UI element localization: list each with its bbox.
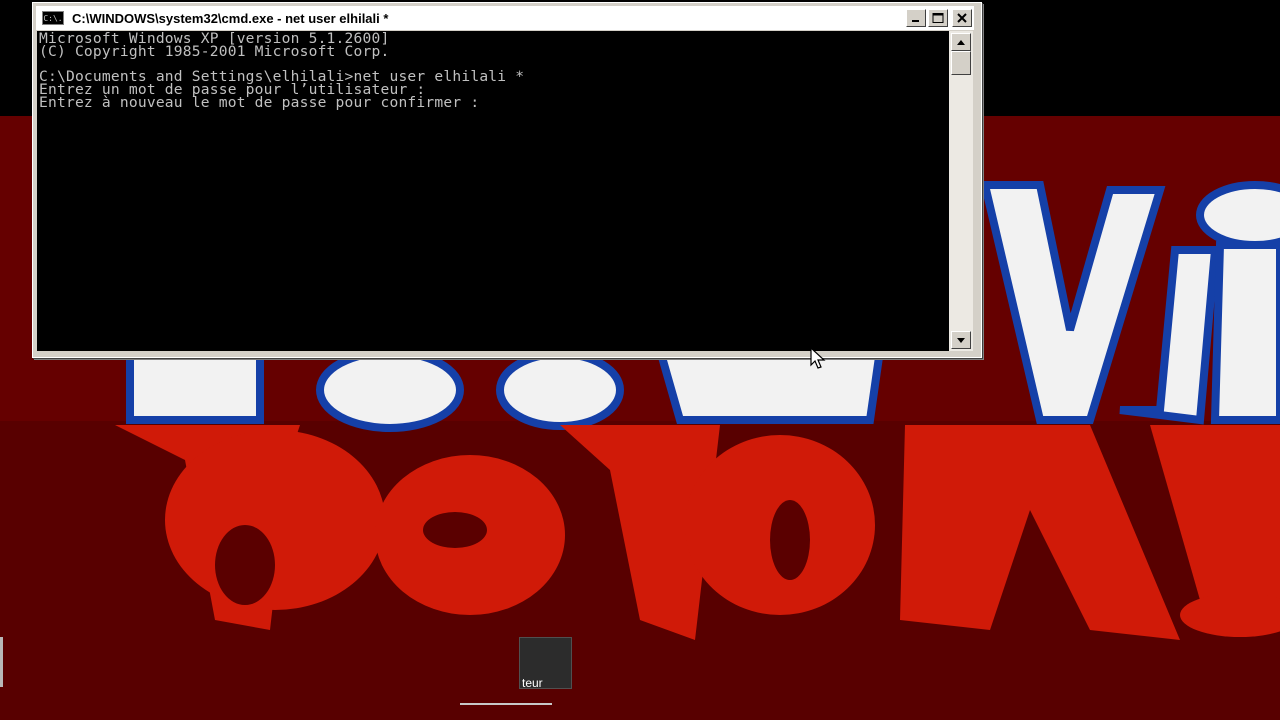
- scroll-down-button[interactable]: [951, 331, 971, 349]
- cmd-icon[interactable]: C:\.: [42, 11, 64, 25]
- maximize-button[interactable]: [928, 9, 948, 27]
- vertical-scrollbar[interactable]: [949, 31, 973, 351]
- taskbar-edge: [0, 637, 3, 687]
- minimize-button[interactable]: [906, 9, 926, 27]
- console-line: (C) Copyright 1985-2001 Microsoft Corp.: [39, 42, 390, 60]
- maximize-icon: [932, 13, 944, 23]
- minimize-icon: [912, 20, 919, 22]
- window-titlebar[interactable]: C:\. C:\WINDOWS\system32\cmd.exe - net u…: [36, 6, 974, 30]
- arrow-up-icon: [957, 39, 965, 45]
- scroll-thumb[interactable]: [951, 51, 971, 75]
- mouse-pointer-icon: [810, 347, 826, 369]
- close-button[interactable]: [952, 9, 972, 27]
- console-line: Entrez à nouveau le mot de passe pour co…: [39, 93, 480, 111]
- arrow-down-icon: [957, 337, 965, 343]
- taskbar-divider: [460, 703, 552, 705]
- taskbar-tile-label: teur: [522, 676, 543, 690]
- window-title: C:\WINDOWS\system32\cmd.exe - net user e…: [72, 10, 389, 26]
- taskbar-tile[interactable]: teur: [519, 637, 572, 690]
- cmd-window[interactable]: C:\. C:\WINDOWS\system32\cmd.exe - net u…: [32, 2, 982, 358]
- scroll-up-button[interactable]: [951, 33, 971, 51]
- logo-red-letters: [115, 425, 1280, 640]
- close-icon: [957, 13, 967, 23]
- console-output[interactable]: Microsoft Windows XP [version 5.1.2600] …: [37, 31, 949, 351]
